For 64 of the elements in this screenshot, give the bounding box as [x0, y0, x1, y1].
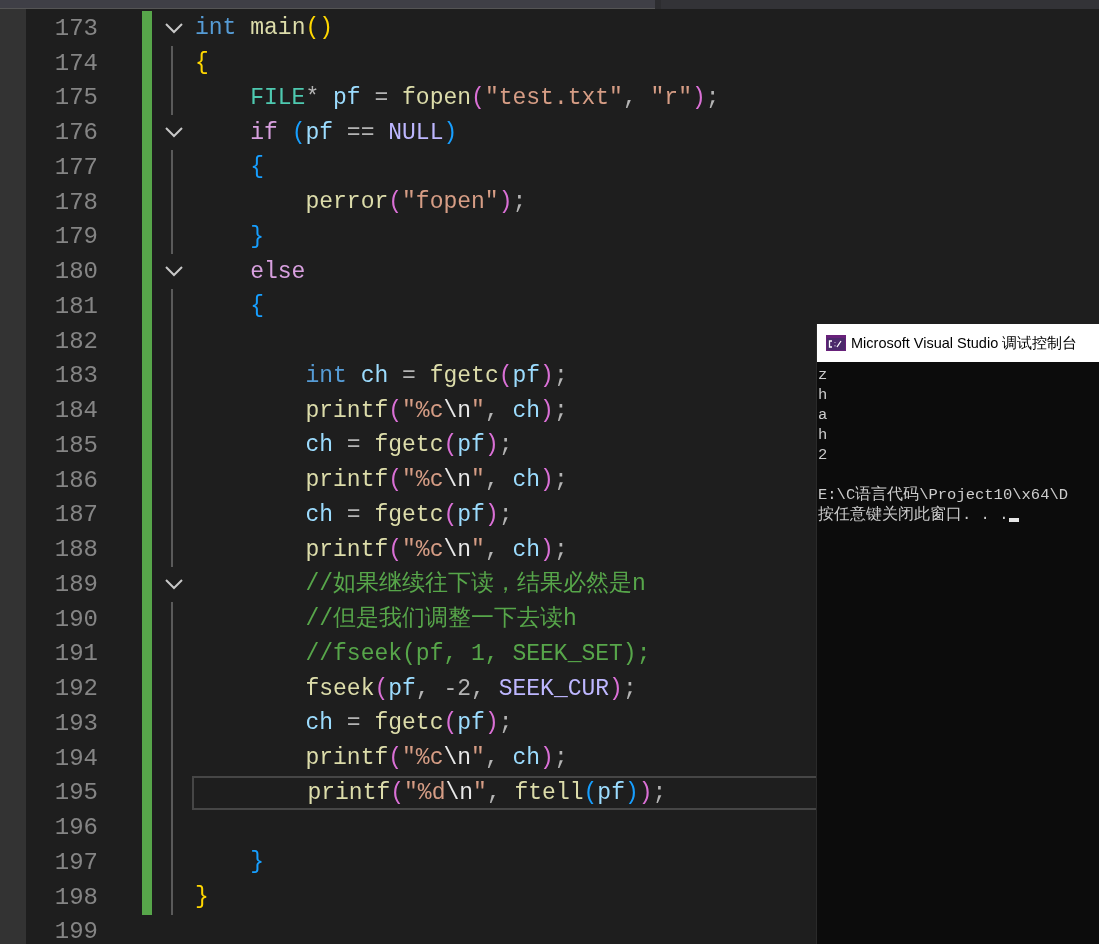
line-number: 190	[53, 605, 98, 633]
code-line: fseek(pf, -2, SEEK_CUR);	[304, 674, 638, 704]
line-number: 192	[53, 675, 98, 703]
line-number: 183	[53, 362, 98, 390]
output-line: h	[818, 425, 829, 445]
line-number: 178	[53, 188, 98, 216]
code-line: else	[249, 257, 307, 287]
line-number: 173	[53, 14, 98, 42]
line-number: 197	[53, 848, 98, 876]
line-number: 182	[53, 327, 98, 355]
line-number: 194	[53, 744, 98, 772]
console-app-icon	[826, 335, 846, 351]
code-line: printf("%c\n", ch);	[304, 535, 569, 565]
line-number: 191	[53, 640, 98, 668]
output-line: a	[818, 405, 829, 425]
code-line: {	[249, 153, 265, 183]
code-line: FILE* pf = fopen("test.txt", "r");	[249, 83, 721, 113]
chevron-icon[interactable]	[164, 266, 183, 278]
code-line: //fseek(pf, 1, SEEK_SET);	[304, 639, 652, 669]
line-number: 176	[53, 119, 98, 147]
code-line: if (pf == NULL)	[249, 118, 459, 148]
line-number: 189	[53, 570, 98, 598]
line-number: 175	[53, 84, 98, 112]
line-number: 195	[53, 779, 98, 807]
code-line: perror("fopen");	[304, 188, 528, 218]
chevron-icon[interactable]	[164, 578, 183, 590]
line-number: 177	[53, 153, 98, 181]
line-number: 181	[53, 292, 98, 320]
line-number: 196	[53, 814, 98, 842]
code-line: }	[249, 222, 265, 252]
code-line: int main()	[194, 14, 335, 44]
line-number: 198	[53, 883, 98, 911]
line-number: 199	[53, 918, 98, 944]
line-number: 184	[53, 397, 98, 425]
code-line: ch = fgetc(pf);	[304, 431, 514, 461]
code-line: {	[194, 49, 210, 79]
code-line: printf("%c\n", ch);	[304, 744, 569, 774]
code-line: ch = fgetc(pf);	[304, 500, 514, 530]
window-title: Microsoft Visual Studio 调试控制台	[851, 333, 1078, 353]
line-number: 193	[53, 709, 98, 737]
chevron-icon[interactable]	[164, 22, 183, 34]
code-line: printf("%c\n", ch);	[304, 396, 569, 426]
line-number: 174	[53, 49, 98, 77]
line-number: 185	[53, 431, 98, 459]
code-line: }	[249, 848, 265, 878]
code-line: //但是我们调整一下去读h	[304, 605, 578, 635]
line-number: 187	[53, 501, 98, 529]
exit-message: E:\C语言代码\Project10\x64\D	[818, 485, 1070, 505]
code-line: ch = fgetc(pf);	[304, 709, 514, 739]
line-number: 186	[53, 466, 98, 494]
code-line: printf("%c\n", ch);	[304, 466, 569, 496]
code-line: }	[194, 883, 210, 913]
text-cursor	[1008, 518, 1019, 522]
code-line: //如果继续往下读，结果必然是n	[304, 570, 647, 600]
code-line: int ch = fgetc(pf);	[304, 361, 569, 391]
output-line: 2	[818, 445, 829, 465]
line-number: 179	[53, 223, 98, 251]
code-line: {	[249, 292, 265, 322]
line-number: 188	[53, 536, 98, 564]
output-line: h	[818, 385, 829, 405]
line-number: 180	[53, 258, 98, 286]
chevron-icon[interactable]	[164, 127, 183, 139]
output-line: z	[818, 365, 829, 385]
prompt-text: 按任意键关闭此窗口. . .	[818, 505, 1009, 525]
